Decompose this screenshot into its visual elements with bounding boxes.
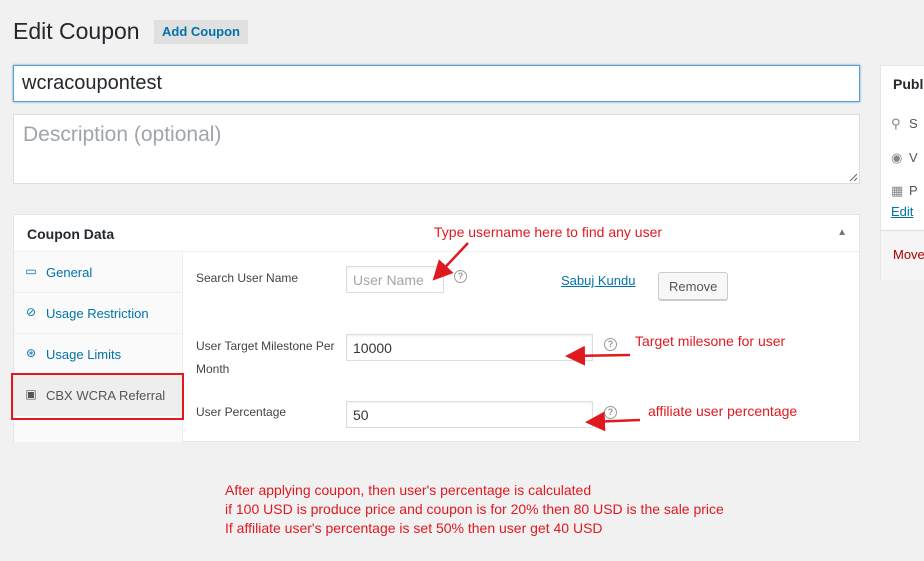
help-icon[interactable]: ? [454,270,467,283]
publish-visibility-row: ◉ V [891,150,918,166]
publish-edit-link[interactable]: Edit [891,204,913,219]
selected-user-link[interactable]: Sabuj Kundu [561,273,635,288]
tab-usage-restriction-label: Usage Restriction [46,306,149,321]
tab-general[interactable]: ▭ General [14,252,183,293]
tab-usage-limits-label: Usage Limits [46,347,122,362]
explanation-note: After applying coupon, then user's perce… [225,481,724,538]
annotation-username: Type username here to find any user [434,224,663,240]
search-user-input[interactable] [346,266,444,293]
publish-title: Publ [893,76,924,92]
page-title: Edit Coupon [13,18,140,44]
percentage-input[interactable] [346,401,593,428]
add-coupon-button[interactable]: Add Coupon [154,20,248,44]
coupon-title-input[interactable] [13,65,860,102]
ticket-icon: ▭ [25,264,37,278]
note-line-3: If affiliate user's percentage is set 50… [225,520,603,536]
publish-status-text: S [909,116,918,131]
publish-date-text: P [909,183,918,198]
publish-footer: Move [881,230,924,280]
coupon-description-input[interactable] [13,114,860,184]
annotation-percentage: affiliate user percentage [648,403,798,419]
coupon-data-title: Coupon Data [27,226,115,242]
toggle-caret-icon[interactable]: ▲ [837,227,847,238]
note-line-2: if 100 USD is produce price and coupon i… [225,501,724,517]
remove-user-button[interactable]: Remove [658,272,729,300]
percentage-label: User Percentage [196,405,287,419]
eye-icon: ◉ [891,150,903,165]
tab-usage-restriction[interactable]: ⊘ Usage Restriction [14,293,183,334]
milestone-label-month: Month [196,362,230,376]
milestone-label: User Target Milestone Per [196,339,335,353]
annotation-milestone: Target milesone for user [635,333,786,349]
block-icon: ⊘ [25,305,37,319]
tab-usage-limits[interactable]: ⊛ Usage Limits [14,334,183,375]
move-to-trash-link[interactable]: Move [893,247,924,262]
publish-date-row: ▦ P [891,183,918,199]
publish-box: Publ ⚲ S ◉ V ▦ P Edit Move [880,65,924,280]
help-icon[interactable]: ? [604,406,617,419]
help-icon[interactable]: ? [604,338,617,351]
milestone-input[interactable] [346,334,593,361]
pin-icon: ⚲ [891,116,901,131]
note-line-1: After applying coupon, then user's perce… [225,482,592,498]
referral-tab-highlight [11,373,184,420]
calendar-icon: ▦ [891,183,904,198]
resize-grip-icon[interactable] [848,172,858,182]
search-user-label: Search User Name [196,271,299,285]
publish-status-row: ⚲ S [891,116,918,132]
tab-general-label: General [46,265,93,280]
limits-icon: ⊛ [25,346,37,360]
publish-visibility-text: V [909,150,918,165]
